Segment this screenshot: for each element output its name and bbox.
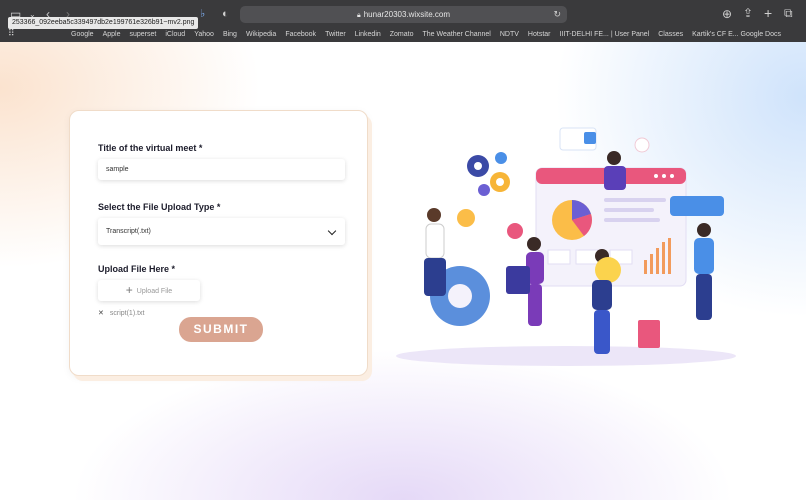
bookmarks-bar: Google Apple superset iCloud Yahoo Bing Wikipe… — [0, 28, 806, 40]
tab-tooltip: 253366_092eeba5c339497db2e199761e326b91~… — [8, 17, 199, 29]
upload-form-card: Title of the virtual meet * sample Selec… — [69, 110, 368, 376]
upload-file-button[interactable]: + Upload File — [98, 280, 200, 301]
submit-button[interactable]: SUBMIT — [179, 317, 263, 342]
title-label: Title of the virtual meet * — [98, 143, 203, 153]
url-text: hunar20303.wixsite.com — [363, 10, 450, 19]
bookmark-item[interactable]: Twitter — [325, 31, 346, 38]
bookmark-item[interactable]: iCloud — [165, 31, 185, 38]
bookmark-item[interactable]: Google — [71, 31, 94, 38]
address-bar[interactable]: 🔒︎ hunar20303.wixsite.com ↻ — [240, 6, 567, 23]
plus-icon: + — [125, 283, 133, 297]
tab-overview-icon[interactable]: ⧉ — [784, 6, 793, 20]
bookmark-item[interactable]: Classes — [658, 31, 683, 38]
upload-file-label: Upload File Here * — [98, 264, 176, 274]
download-icon[interactable]: ⊕ — [722, 7, 732, 21]
bookmark-item[interactable]: Facebook — [285, 31, 316, 38]
bookmark-item[interactable]: The Weather Channel — [423, 31, 491, 38]
upload-type-select[interactable]: Transcript(.txt) — [98, 218, 345, 245]
lock-icon: 🔒︎ — [356, 12, 361, 19]
bookmark-item[interactable]: Wikipedia — [246, 31, 276, 38]
extension-icon[interactable]: ♭ — [200, 7, 205, 21]
bookmark-item[interactable]: Kartik's CF E... Google Docs — [692, 31, 781, 38]
reload-icon[interactable]: ↻ — [553, 6, 561, 23]
bookmark-item[interactable]: Zomato — [390, 31, 414, 38]
upload-type-value: Transcript(.txt) — [106, 228, 151, 235]
remove-file-icon[interactable]: ✕ — [98, 310, 104, 317]
bookmark-item[interactable]: Apple — [103, 31, 121, 38]
upload-type-label: Select the File Upload Type * — [98, 202, 221, 212]
uploaded-file-name: script(1).txt — [109, 310, 145, 317]
shield-icon[interactable]: ◐ — [222, 7, 229, 21]
bookmark-item[interactable]: Bing — [223, 31, 237, 38]
team-illustration — [396, 127, 736, 366]
bookmark-item[interactable]: IIIT-DELHI FE... | User Panel — [559, 31, 649, 38]
share-icon[interactable]: ⇪ — [743, 6, 753, 20]
bookmark-item[interactable]: NDTV — [500, 31, 519, 38]
bookmark-item[interactable]: Linkedin — [355, 31, 381, 38]
bookmark-item[interactable]: superset — [129, 31, 156, 38]
upload-file-button-label: Upload File — [136, 288, 173, 295]
new-tab-icon[interactable]: + — [764, 6, 772, 20]
bookmark-item[interactable]: Hotstar — [528, 31, 551, 38]
title-input[interactable]: sample — [98, 159, 345, 180]
chevron-down-icon — [327, 226, 337, 236]
page-background: Title of the virtual meet * sample Selec… — [0, 42, 806, 500]
bookmark-item[interactable]: Yahoo — [194, 31, 214, 38]
uploaded-file: ✕ script(1).txt — [98, 309, 145, 317]
browser-toolbar: ▭ ⌄ ‹ › ♭ ◐ 253366_092eeba5c339497db2e19… — [0, 0, 806, 42]
